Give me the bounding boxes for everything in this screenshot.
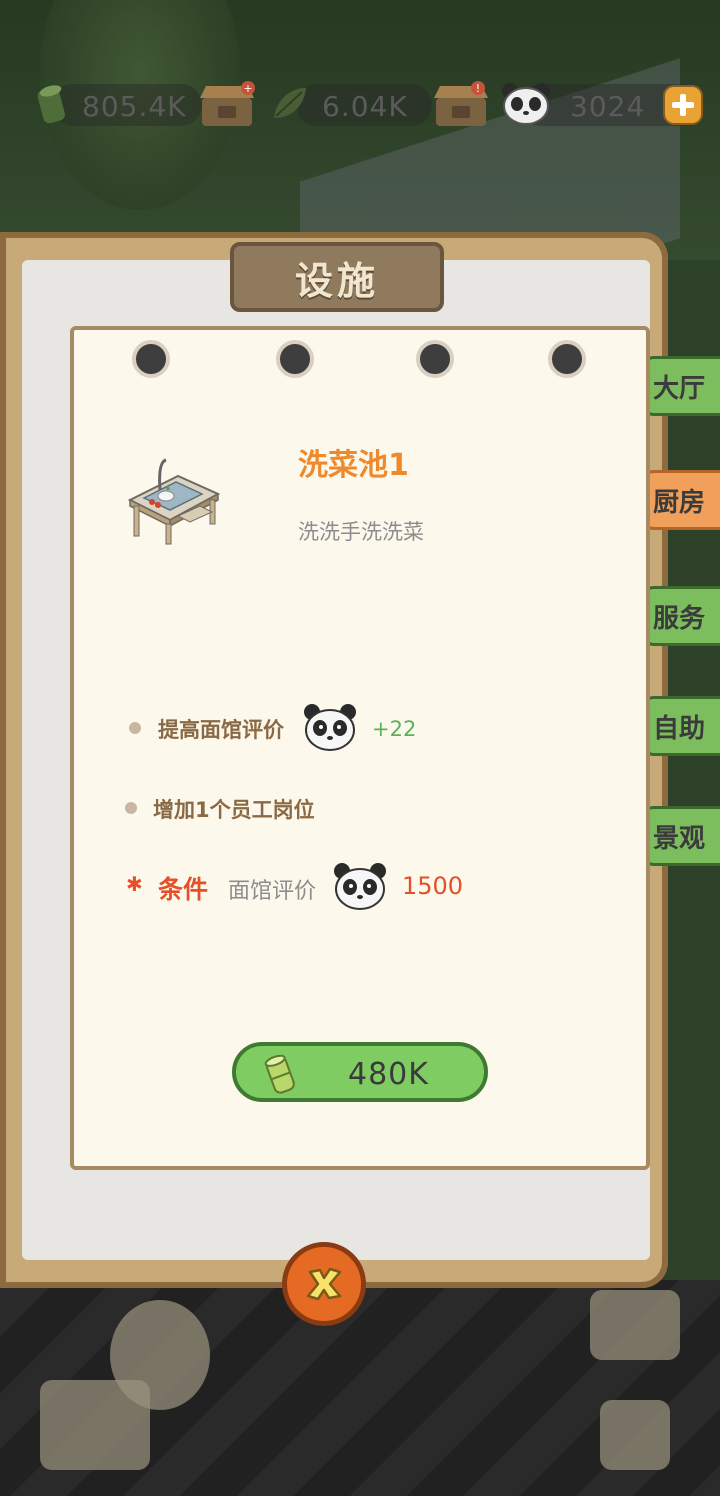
binder-ring [132,340,170,378]
bamboo-icon [264,1054,295,1094]
close-icon [306,1267,342,1301]
leaf-shop-icon[interactable]: ! [430,80,492,130]
tab-label: 景观 [653,823,706,854]
tab-label: 自助 [653,713,706,744]
item-description: 洗洗手洗洗菜 [298,520,424,544]
rating-bonus: +22 [372,717,417,741]
benefit-rating-text: 提高面馆评价 [158,718,284,742]
item-name: 洗菜池1 [298,448,409,483]
tab-scenery[interactable]: 景观 [640,806,720,866]
buy-price: 480K [348,1057,429,1092]
panda-icon [334,863,386,910]
panda-icon [304,704,356,751]
bullet-dot [125,802,137,814]
tab-label: 服务 [653,603,706,634]
bamboo-shop-icon[interactable]: + [196,80,258,130]
binder-ring [276,340,314,378]
add-plus-icon[interactable] [662,84,704,126]
tab-kitchen[interactable]: 厨房 [640,470,720,530]
condition-value: 1500 [402,872,464,900]
tab-label: 大厅 [653,373,706,404]
tab-label: 厨房 [653,487,706,518]
tab-self-service[interactable]: 自助 [640,696,720,756]
sink-table-icon [127,458,221,545]
close-button[interactable] [282,1242,366,1326]
svg-text:!: ! [476,82,480,95]
dialog-title: 设施 [294,258,379,303]
condition-label: 条件 [158,875,209,904]
resource-bar: 805.4K + 6.04K ! 3024 [0,80,720,132]
tab-hall[interactable]: 大厅 [640,356,720,416]
svg-text:+: + [243,82,252,95]
binder-ring [548,340,586,378]
bamboo-icon [37,85,65,124]
binder-ring [416,340,454,378]
bullet-dot [129,722,141,734]
buy-button[interactable]: 480K [232,1042,488,1102]
panda-rating-count: 3024 [570,90,646,123]
leaf-icon [274,88,306,118]
panda-icon [502,83,550,125]
condition-star-icon: ✱ [126,872,143,896]
leaf-count: 6.04K [322,90,408,123]
bamboo-count: 805.4K [82,90,187,123]
tab-service[interactable]: 服务 [640,586,720,646]
dialog-title-plate: 设施 [230,242,444,312]
benefit-staff-text: 增加1个员工岗位 [153,798,315,822]
condition-text: 面馆评价 [228,879,317,904]
